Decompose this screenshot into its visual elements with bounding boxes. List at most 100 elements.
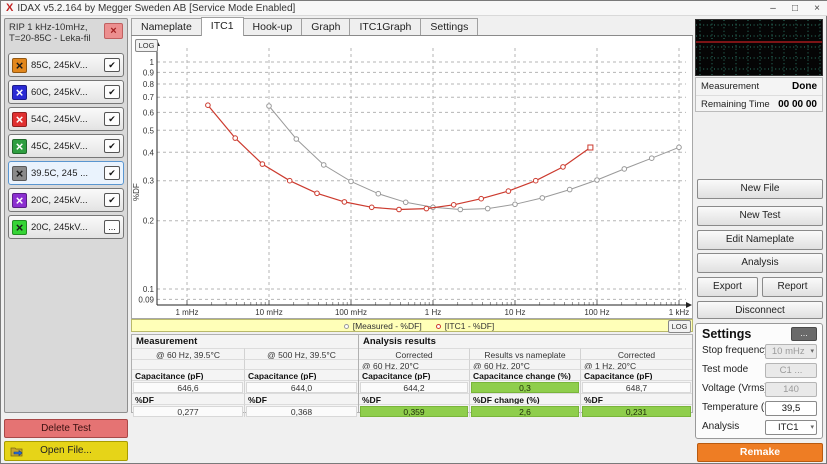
- options-button[interactable]: ...: [104, 220, 120, 234]
- minimize-button[interactable]: –: [762, 3, 784, 14]
- setting-input[interactable]: [765, 401, 817, 416]
- chevron-down-icon: ▾: [810, 421, 814, 434]
- disconnect-button[interactable]: Disconnect: [697, 301, 823, 319]
- row-value: 0,3: [470, 380, 581, 393]
- visibility-checkbox[interactable]: ✔: [104, 166, 120, 180]
- measurement-item-3[interactable]: ×54C, 245kV...✔: [8, 107, 124, 131]
- setting-input-field[interactable]: [766, 383, 816, 396]
- svg-text:0.8: 0.8: [143, 80, 155, 89]
- svg-text:1: 1: [150, 58, 155, 67]
- value-cell: 644,2: [360, 382, 468, 393]
- measurement-item-2[interactable]: ×60C, 245kV...✔: [8, 80, 124, 104]
- measurement-item-5[interactable]: ×39.5C, 245 ...✔: [8, 161, 124, 185]
- test-list-panel: RIP 1 kHz-10mHz, T=20-85C - Leka-fil × ×…: [4, 18, 128, 413]
- maximize-button[interactable]: □: [784, 3, 806, 14]
- measurement-table-title: Measurement: [132, 335, 358, 348]
- tab-graph[interactable]: Graph: [301, 18, 350, 35]
- chevron-down-icon: ▾: [810, 345, 814, 358]
- new-test-button[interactable]: New Test: [697, 206, 823, 226]
- close-button[interactable]: ×: [806, 3, 827, 14]
- setting-input[interactable]: [765, 382, 817, 397]
- row-label: %DF change (%): [470, 393, 581, 404]
- value-cell: 0,368: [246, 406, 357, 417]
- setting-label: Test mode: [702, 364, 748, 375]
- visibility-checkbox[interactable]: ✔: [104, 58, 120, 72]
- value-cell: 646,6: [133, 382, 243, 393]
- svg-text:0.7: 0.7: [143, 93, 155, 102]
- edit-nameplate-button[interactable]: Edit Nameplate: [697, 230, 823, 250]
- setting-input-field[interactable]: [766, 402, 816, 415]
- setting-button[interactable]: C1 ...: [765, 363, 817, 378]
- measurement-item-6[interactable]: × 20C, 245kV...✔: [8, 188, 124, 212]
- setting-label: Voltage (Vrms): [702, 383, 768, 394]
- open-file-button[interactable]: Open File...: [4, 441, 128, 461]
- remake-button[interactable]: Remake: [697, 443, 823, 462]
- measurement-status-value: Done: [792, 81, 817, 92]
- row-value: 646,6: [132, 380, 245, 393]
- measurement-item-label: 54C, 245kV...: [31, 114, 104, 125]
- visibility-checkbox[interactable]: ✔: [104, 112, 120, 126]
- measurement-table: Measurement@ 60 Hz, 39.5°C@ 500 Hz, 39.5…: [131, 334, 359, 413]
- tab-bar: NameplateITC1Hook-upGraphITC1GraphSettin…: [131, 17, 693, 36]
- value-cell: 0,231: [582, 406, 691, 417]
- tab-nameplate[interactable]: Nameplate: [131, 18, 202, 35]
- visibility-checkbox[interactable]: ✔: [104, 139, 120, 153]
- svg-text:10 Hz: 10 Hz: [505, 308, 526, 317]
- row-label: %DF: [359, 393, 470, 404]
- settings-more-button[interactable]: ...: [791, 327, 817, 341]
- axes: [157, 44, 686, 305]
- series-color-x-icon: ×: [12, 166, 27, 181]
- column-subheader: @ 1 Hz, 20°C: [581, 359, 692, 369]
- delete-test-button[interactable]: Delete Test: [4, 419, 128, 438]
- setting-dropdown[interactable]: ITC1▾: [765, 420, 817, 435]
- row-label: %DF: [581, 393, 692, 404]
- tab-itc1[interactable]: ITC1: [201, 17, 244, 36]
- measurement-item-label: 45C, 245kV...: [31, 141, 104, 152]
- setting-row-voltage-vrms-: Voltage (Vrms): [696, 380, 822, 399]
- tab-itc1graph[interactable]: ITC1Graph: [349, 18, 421, 35]
- svg-text:0.3: 0.3: [143, 177, 155, 186]
- setting-dropdown[interactable]: 10 mHz▾: [765, 344, 817, 359]
- column-subheader: @ 60 Hz, 20°C: [470, 359, 581, 369]
- visibility-checkbox[interactable]: ✔: [104, 193, 120, 207]
- svg-text:100 mHz: 100 mHz: [335, 308, 367, 317]
- row-label: %DF: [245, 393, 358, 404]
- row-value: 2,6: [470, 404, 581, 417]
- svg-text:0.1: 0.1: [143, 285, 155, 294]
- measurement-item-label: 85C, 245kV...: [31, 60, 104, 71]
- measurement-item-4[interactable]: ×45C, 245kV...✔: [8, 134, 124, 158]
- visibility-checkbox[interactable]: ✔: [104, 85, 120, 99]
- new-file-button[interactable]: New File: [697, 179, 823, 199]
- analysis-table-title: Analysis results: [359, 335, 692, 348]
- tab-hook-up[interactable]: Hook-up: [243, 18, 303, 35]
- svg-text:0.09: 0.09: [138, 295, 154, 304]
- remaining-time-label: Remaining Time: [701, 99, 770, 110]
- log-scale-button-bottom[interactable]: LOG: [668, 320, 691, 333]
- measurement-item-7[interactable]: ×20C, 245kV......: [8, 215, 124, 239]
- x-minor-ticks: [187, 300, 679, 305]
- svg-text:1 Hz: 1 Hz: [425, 308, 441, 317]
- report-button[interactable]: Report: [762, 277, 823, 297]
- close-test-button[interactable]: ×: [104, 23, 123, 39]
- measurement-item-label: 20C, 245kV...: [31, 195, 104, 206]
- legend-label-measured: [Measured - %DF]: [353, 321, 422, 331]
- analysis-button[interactable]: Analysis: [697, 253, 823, 273]
- measurement-item-1[interactable]: ×85C, 245kV...✔: [8, 53, 124, 77]
- series-color-x-icon: ×: [12, 220, 27, 235]
- series-measured: [267, 104, 682, 212]
- tab-settings[interactable]: Settings: [420, 18, 478, 35]
- analysis-results-table: Analysis resultsCorrectedResults vs name…: [358, 334, 693, 413]
- export-button[interactable]: Export: [697, 277, 758, 297]
- row-value: 0,368: [245, 404, 358, 417]
- column-subheader: @ 60 Hz, 20°C: [359, 359, 470, 369]
- log-scale-button-top[interactable]: LOG: [135, 39, 158, 52]
- chart-legend-items: [Measured - %DF][ITC1 - %DF]: [330, 321, 495, 331]
- y-tick-labels: 10.90.80.70.60.50.40.30.20.10.09: [138, 58, 154, 304]
- analysis-table-grid: CorrectedResults vs nameplateCorrected@ …: [359, 348, 692, 417]
- column-subheader: [245, 359, 358, 369]
- series-color-x-icon: ×: [12, 193, 27, 208]
- measurement-status-label: Measurement: [701, 81, 759, 92]
- y-axis-label: %DF: [132, 183, 141, 201]
- settings-panel: Settings ... Stop frequency10 mHz▾Test m…: [695, 323, 823, 439]
- column-subheader: [132, 359, 245, 369]
